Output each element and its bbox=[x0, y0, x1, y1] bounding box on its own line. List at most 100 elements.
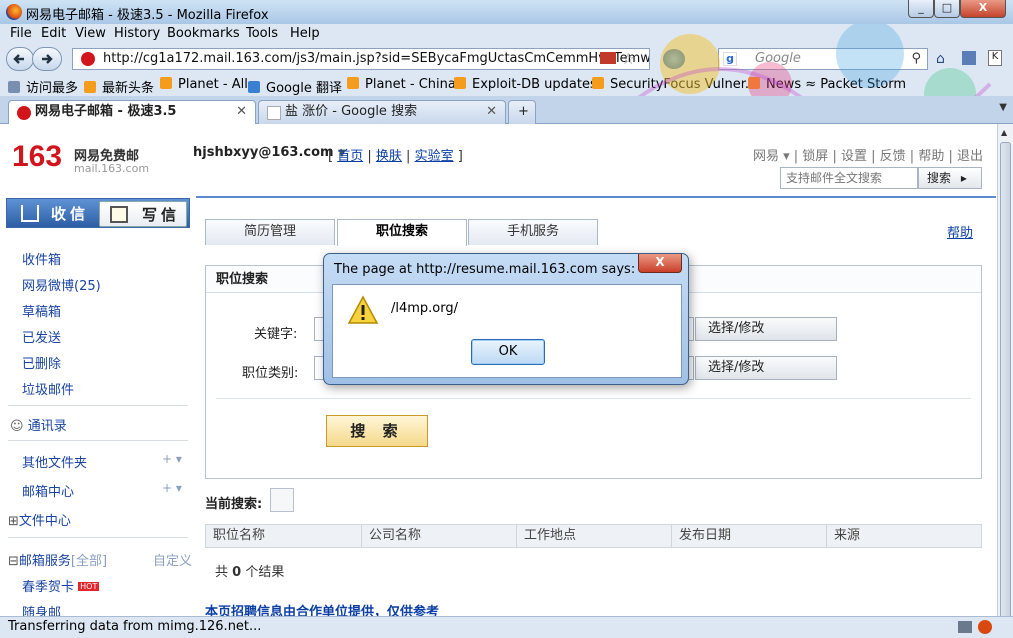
forward-button[interactable] bbox=[32, 47, 62, 71]
alert-dialog: The page at http://resume.mail.163.com s… bbox=[323, 253, 689, 385]
link-settings[interactable]: 设置 bbox=[841, 149, 867, 164]
services-all-link[interactable]: [全部] bbox=[71, 554, 107, 569]
scroll-up-icon[interactable]: ▲ bbox=[1001, 128, 1007, 137]
sidebar-divider bbox=[8, 537, 188, 538]
tab-list-icon[interactable]: ▼ bbox=[999, 102, 1007, 113]
current-search-label: 当前搜索: bbox=[205, 497, 263, 512]
rss-icon bbox=[84, 81, 96, 93]
minimize-button[interactable]: _ bbox=[908, 0, 934, 18]
scroll-thumb[interactable] bbox=[1000, 142, 1011, 622]
rss-subscribe-icon[interactable] bbox=[270, 488, 294, 512]
bookmark-headlines[interactable]: 最新头条 bbox=[84, 77, 154, 96]
addon-status-icon[interactable] bbox=[958, 621, 972, 633]
mail-services[interactable]: ⊟邮箱服务[全部] bbox=[8, 550, 107, 569]
bookmark-securityfocus[interactable]: SecurityFocus Vulner... bbox=[592, 77, 757, 92]
tab-job-search[interactable]: 职位搜索 bbox=[337, 219, 467, 246]
keyword-select-button[interactable]: 选择/修改 bbox=[695, 317, 837, 341]
tab-close-icon[interactable]: ✕ bbox=[236, 101, 247, 123]
menu-bookmarks[interactable]: Bookmarks bbox=[167, 26, 240, 41]
alert-ok-button[interactable]: OK bbox=[471, 339, 545, 365]
link-lock[interactable]: 锁屏 bbox=[802, 149, 828, 164]
link-skin[interactable]: 换肤 bbox=[376, 149, 402, 164]
panel-divider bbox=[216, 398, 971, 399]
folder-inbox[interactable]: 收件箱 bbox=[22, 249, 61, 268]
addon-icon[interactable] bbox=[962, 51, 976, 65]
link-netease[interactable]: 网易 bbox=[753, 149, 779, 164]
customize-link[interactable]: 自定义 bbox=[153, 550, 192, 569]
col-location[interactable]: 工作地点 bbox=[517, 525, 672, 547]
category-select-button[interactable]: 选择/修改 bbox=[695, 356, 837, 380]
tab-mobile-service[interactable]: 手机服务 bbox=[468, 219, 598, 245]
menu-file[interactable]: File bbox=[10, 26, 32, 41]
file-center[interactable]: ⊞文件中心 bbox=[8, 510, 71, 529]
col-job-title[interactable]: 职位名称 bbox=[206, 525, 362, 547]
top-links: [ 首页 | 换肤 | 实验室 ] bbox=[328, 149, 463, 164]
col-company[interactable]: 公司名称 bbox=[362, 525, 517, 547]
search-magnifier-icon[interactable]: ⚲ bbox=[911, 49, 921, 69]
mail-search-input[interactable]: 支持邮件全文搜索 bbox=[780, 167, 918, 189]
menu-help[interactable]: Help bbox=[290, 26, 320, 41]
add-folder-icon[interactable]: + ▾ bbox=[162, 452, 182, 466]
bookmark-star-icon[interactable]: ☆ bbox=[621, 49, 635, 68]
tab-mail-label: 网易电子邮箱 - 极速3.5 bbox=[35, 104, 177, 119]
alert-title: The page at http://resume.mail.163.com s… bbox=[334, 262, 636, 277]
add-mail-center-icon[interactable]: + ▾ bbox=[162, 481, 182, 495]
folder-sent[interactable]: 已发送 bbox=[22, 327, 61, 346]
link-lab[interactable]: 实验室 bbox=[415, 149, 454, 164]
bookmark-planet-all[interactable]: Planet - All bbox=[160, 77, 248, 92]
mail-center[interactable]: 邮箱中心 bbox=[22, 481, 74, 500]
bookmark-google-translate[interactable]: Google 翻译 bbox=[248, 77, 342, 96]
compose-pen-icon bbox=[110, 206, 128, 223]
web-search-input[interactable]: g Google ⚲ bbox=[718, 48, 928, 70]
tab-close-icon[interactable]: ✕ bbox=[486, 101, 497, 123]
contacts-link[interactable]: ☺ 通讯录 bbox=[10, 415, 67, 434]
folder-weibo[interactable]: 网易微博(25) bbox=[22, 275, 101, 294]
bookmark-planet-china[interactable]: Planet - China bbox=[347, 77, 456, 92]
greeting-card-link[interactable]: 春季贺卡 HOT bbox=[22, 576, 100, 595]
col-date[interactable]: 发布日期 bbox=[672, 525, 827, 547]
alert-close-button[interactable]: X bbox=[638, 254, 682, 273]
collapse-icon: ⊟ bbox=[8, 554, 19, 569]
tab-google-search[interactable]: 盐 涨价 - Google 搜索 ✕ bbox=[258, 100, 506, 124]
job-help-link[interactable]: 帮助 bbox=[947, 222, 973, 241]
mail-search-button[interactable]: 搜索 ▸ bbox=[918, 167, 982, 189]
job-search-button[interactable]: 搜 索 bbox=[326, 415, 428, 447]
receive-button[interactable]: 收信 bbox=[9, 201, 97, 227]
bookmark-most-visited[interactable]: 访问最多 bbox=[8, 77, 78, 96]
logo-domain: mail.163.com bbox=[74, 162, 150, 175]
expand-icon: ⊞ bbox=[8, 514, 19, 529]
folder-drafts[interactable]: 草稿箱 bbox=[22, 301, 61, 320]
maximize-button[interactable]: □ bbox=[934, 0, 960, 18]
other-folders[interactable]: 其他文件夹 bbox=[22, 452, 87, 471]
folder-deleted[interactable]: 已删除 bbox=[22, 353, 61, 372]
link-feedback[interactable]: 反馈 bbox=[880, 149, 906, 164]
google-icon: g bbox=[723, 52, 737, 66]
reload-icon[interactable] bbox=[663, 49, 685, 69]
menu-history[interactable]: History bbox=[114, 26, 160, 41]
menu-tools[interactable]: Tools bbox=[246, 26, 278, 41]
account-menu[interactable]: hjshbxyy@163.com ▼ bbox=[193, 145, 346, 160]
link-logout[interactable]: 退出 bbox=[957, 149, 983, 164]
rss-icon bbox=[347, 77, 359, 89]
write-button[interactable]: 写信 bbox=[99, 201, 187, 227]
menu-edit[interactable]: Edit bbox=[41, 26, 66, 41]
portable-mail-link[interactable]: 随身邮 bbox=[22, 602, 61, 616]
page-scrollbar[interactable]: ▲ bbox=[997, 124, 1013, 622]
addon-k-icon[interactable]: K bbox=[988, 50, 1002, 66]
new-tab-button[interactable]: + bbox=[508, 100, 536, 124]
link-home[interactable]: 首页 bbox=[337, 149, 363, 164]
folder-junk[interactable]: 垃圾邮件 bbox=[22, 379, 74, 398]
close-window-button[interactable]: X bbox=[960, 0, 1006, 18]
menu-view[interactable]: View bbox=[75, 26, 106, 41]
bookmark-packet-storm[interactable]: News ≈ Packet Storm bbox=[748, 77, 906, 92]
back-button[interactable] bbox=[6, 47, 34, 71]
url-bar[interactable]: http://cg1a172.mail.163.com/js3/main.jsp… bbox=[72, 48, 650, 70]
link-help[interactable]: 帮助 bbox=[918, 149, 944, 164]
bookmark-exploit-db[interactable]: Exploit-DB updates bbox=[454, 77, 597, 92]
home-icon[interactable]: ⌂ bbox=[936, 51, 945, 67]
tab-resume[interactable]: 简历管理 bbox=[205, 219, 335, 245]
tab-mail[interactable]: 网易电子邮箱 - 极速3.5 ✕ bbox=[8, 100, 256, 125]
col-source[interactable]: 来源 bbox=[827, 525, 981, 547]
right-links: 网易 ▾ | 锁屏 | 设置 | 反馈 | 帮助 | 退出 bbox=[752, 149, 983, 164]
rss-icon bbox=[454, 77, 466, 89]
